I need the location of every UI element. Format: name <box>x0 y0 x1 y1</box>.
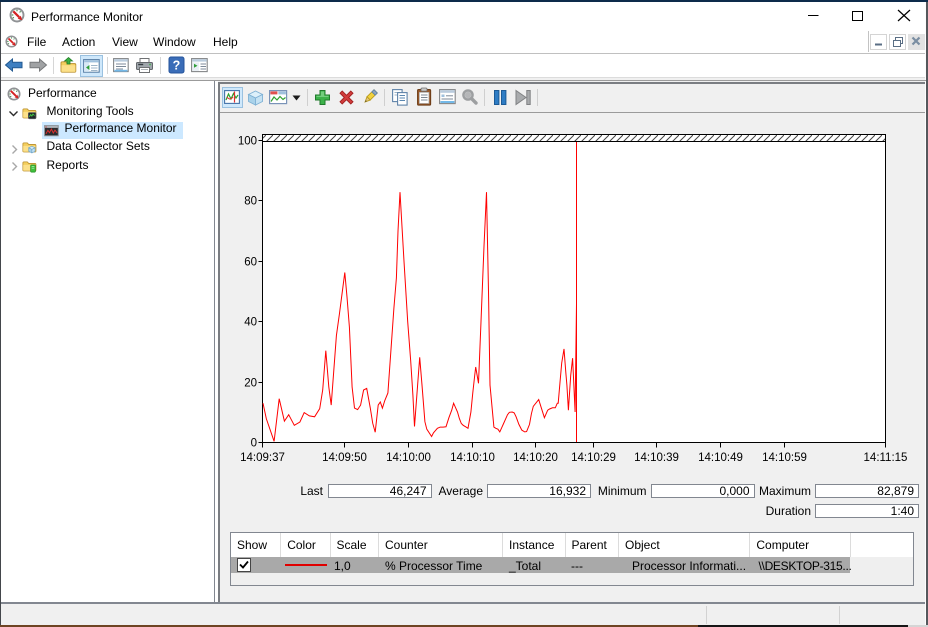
svg-text:14:10:49: 14:10:49 <box>698 452 743 464</box>
svg-text:14:10:00: 14:10:00 <box>386 452 431 464</box>
svg-text:0: 0 <box>251 438 257 450</box>
svg-text:14:10:10: 14:10:10 <box>450 452 495 464</box>
svg-text:14:09:50: 14:09:50 <box>322 452 367 464</box>
svg-text:20: 20 <box>244 378 257 390</box>
svg-text:60: 60 <box>244 257 257 269</box>
svg-text:14:09:37: 14:09:37 <box>240 452 285 464</box>
svg-text:?: ? <box>173 59 181 73</box>
svg-text:14:10:39: 14:10:39 <box>634 452 679 464</box>
svg-text:40: 40 <box>244 317 257 329</box>
svg-text:14:10:20: 14:10:20 <box>513 452 558 464</box>
svg-text:80: 80 <box>244 196 257 208</box>
svg-text:14:10:59: 14:10:59 <box>762 452 807 464</box>
svg-text:100: 100 <box>238 136 257 148</box>
svg-text:14:10:29: 14:10:29 <box>571 452 616 464</box>
svg-text:14:11:15: 14:11:15 <box>864 452 908 464</box>
